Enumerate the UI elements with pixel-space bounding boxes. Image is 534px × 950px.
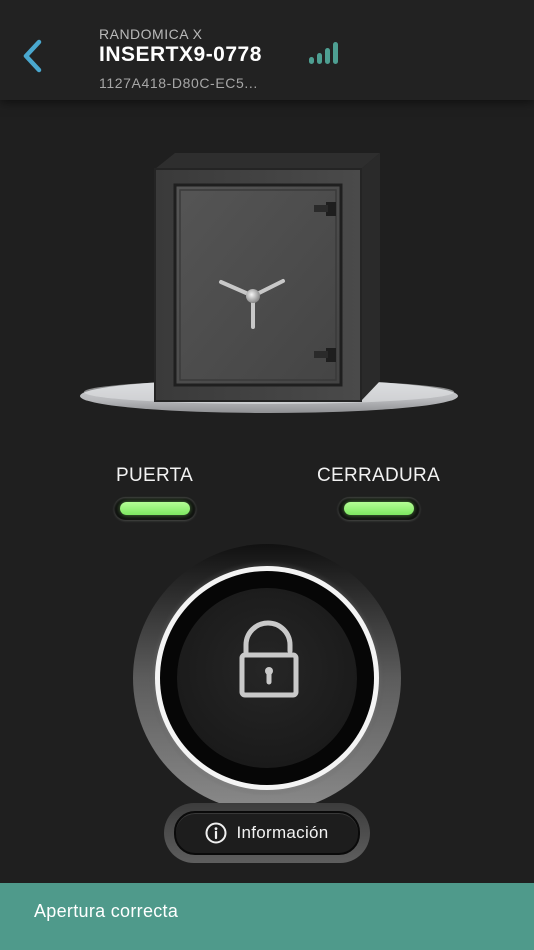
toast-message: Apertura correcta: [34, 901, 179, 921]
brand-label: RANDOMICA X: [99, 26, 203, 42]
lock-status-indicator: [338, 497, 420, 520]
safe-illustration: [80, 153, 458, 413]
back-button[interactable]: [18, 38, 50, 74]
device-title: INSERTX9-0778: [99, 43, 262, 66]
device-id: 1127A418-D80C-EC5...: [99, 75, 258, 91]
info-button[interactable]: Información: [164, 803, 370, 863]
door-status-label: PUERTA: [116, 465, 194, 486]
status-toast: Apertura correcta: [0, 883, 534, 950]
info-button-label: Información: [236, 823, 329, 842]
lock-status-label: CERRADURA: [317, 465, 441, 486]
unlock-button[interactable]: [132, 543, 402, 813]
door-status-indicator: [114, 497, 196, 520]
chevron-left-icon: [23, 39, 42, 73]
app-header: RANDOMICA X INSERTX9-0778 1127A418-D80C-…: [0, 0, 534, 100]
info-circle-icon: [205, 822, 227, 844]
signal-bars-icon: [309, 42, 338, 64]
